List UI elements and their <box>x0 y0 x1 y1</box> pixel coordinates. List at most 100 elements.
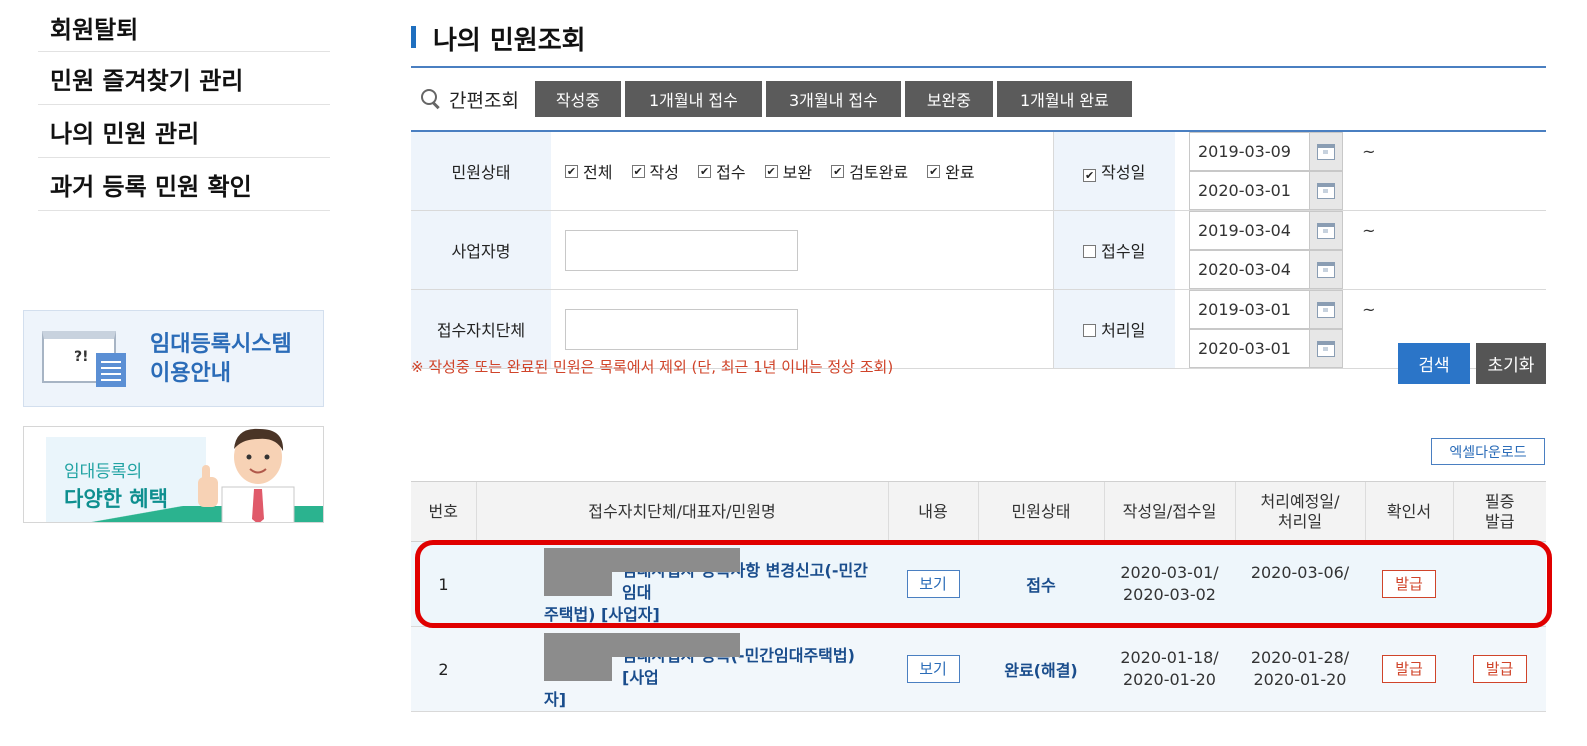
row-title[interactable]: 임대사업자 등록사항 변경신고(-민간임대 주택법) [사업자] <box>476 541 888 627</box>
document-icon: ?! <box>42 327 128 391</box>
date-received-from-input[interactable]: 2019-03-04 <box>1189 211 1309 250</box>
calendar-icon[interactable] <box>1309 290 1343 329</box>
view-button[interactable]: 보기 <box>906 570 960 598</box>
status-checkbox-all[interactable]: ✔ 전체 <box>565 159 612 183</box>
date-received-range: 2019-03-04 ~ 2020-03-04 <box>1175 210 1546 290</box>
status-checkbox-supplement[interactable]: ✔ 보완 <box>764 159 813 183</box>
redacted-block <box>544 572 612 596</box>
page-title: 나의 민원조회 <box>411 20 586 57</box>
calendar-icon[interactable] <box>1309 171 1343 210</box>
guide-banner-text: 임대등록시스템 이용안내 <box>150 330 292 388</box>
table-row[interactable]: 1 임대사업자 등록사항 변경신고(-민간임대 주택법) [사업자] 보기 접수… <box>411 541 1546 627</box>
business-name-input[interactable] <box>565 229 798 271</box>
sidebar-item-favorites[interactable]: 민원 즐겨찾기 관리 <box>38 52 330 105</box>
date-written-to-input[interactable]: 2020-03-01 <box>1189 171 1309 210</box>
header-written-received: 작성일/접수일 <box>1103 481 1235 542</box>
header-no: 번호 <box>411 481 476 542</box>
row-processed-date: 2020-01-20 <box>1253 670 1347 689</box>
checkbox-checked-icon: ✔ <box>1083 169 1097 182</box>
row-written-received: 2020-01-18/2020-01-20 <box>1104 626 1235 712</box>
status-option-label: 검토완료 <box>849 163 909 182</box>
header-name: 접수자치단체/대표자/민원명 <box>475 481 888 542</box>
row-received-date: 2020-01-20 <box>1123 670 1216 689</box>
status-checkbox-received[interactable]: ✔ 접수 <box>698 159 746 183</box>
sidebar-item-past-complaints[interactable]: 과거 등록 민원 확인 <box>38 158 330 211</box>
table-row[interactable]: 2 임대사업자 등록(-민간임대주택법) [사업 자] 보기 완료(해결) 20… <box>411 626 1546 712</box>
row-title[interactable]: 임대사업자 등록(-민간임대주택법) [사업 자] <box>476 626 888 712</box>
date-written-toggle[interactable]: ✔ 작성일 <box>1052 132 1175 211</box>
benefit-banner[interactable]: 임대등록의 다양한 혜택 <box>23 426 324 523</box>
checkbox-checked-icon: ✔ <box>764 164 778 178</box>
status-checkbox-writing[interactable]: ✔ 작성 <box>631 159 679 183</box>
quick-btn-writing[interactable]: 작성중 <box>534 81 621 117</box>
certificate-issue-button[interactable]: 발급 <box>1472 655 1527 683</box>
quick-btn-3month-received[interactable]: 3개월내 접수 <box>765 81 901 117</box>
quick-btn-supplementing[interactable]: 보완중 <box>904 81 993 117</box>
search-filter-table: 민원상태 ✔ 전체 ✔ 작성 ✔ 접수 ✔ 보완 ✔ 검토완료 ✔ 완료 ✔ 작성일 2019… <box>411 132 1546 369</box>
confirm-issue-button[interactable]: 발급 <box>1382 655 1436 683</box>
row-confirm: 발급 <box>1365 626 1453 712</box>
checkbox-checked-icon: ✔ <box>831 164 845 178</box>
quick-search-label-text: 간편조회 <box>449 89 519 112</box>
mascot-man-icon <box>198 428 295 522</box>
status-checkbox-reviewed[interactable]: ✔ 검토완료 <box>831 159 908 183</box>
quick-search-label: 간편조회 <box>421 86 519 113</box>
quick-btn-1month-complete[interactable]: 1개월내 완료 <box>996 81 1132 117</box>
status-option-label: 작성 <box>649 163 679 182</box>
row-confirm: 발급 <box>1365 541 1453 627</box>
quick-btn-1month-received[interactable]: 1개월내 접수 <box>624 81 762 117</box>
calendar-icon[interactable] <box>1309 329 1343 368</box>
status-filter-label: 민원상태 <box>411 132 551 211</box>
header-cert-line2: 발급 <box>1485 511 1515 531</box>
quick-search-bar: 간편조회 작성중 1개월내 접수 3개월내 접수 보완중 1개월내 완료 <box>411 66 1546 132</box>
calendar-icon[interactable] <box>1309 250 1343 289</box>
date-received-to-input[interactable]: 2020-03-04 <box>1189 250 1309 289</box>
status-option-label: 전체 <box>583 163 613 182</box>
checkbox-checked-icon: ✔ <box>927 164 941 178</box>
row-title-line2: 주택법) [사업자] <box>544 605 660 624</box>
header-confirm: 확인서 <box>1364 481 1453 542</box>
date-processed-from-input[interactable]: 2019-03-01 <box>1189 290 1309 329</box>
view-button[interactable]: 보기 <box>906 655 960 683</box>
sidebar-item-my-complaints[interactable]: 나의 민원 관리 <box>38 105 330 158</box>
header-content: 내용 <box>887 481 978 542</box>
date-processed-to-input[interactable]: 2020-03-01 <box>1189 329 1309 368</box>
row-planned-date: 2020-01-28/ <box>1250 648 1350 667</box>
row-certificate <box>1453 541 1546 627</box>
excel-download-button[interactable]: 엑셀다운로드 <box>1431 438 1545 465</box>
date-written-label: 작성일 <box>1101 163 1146 182</box>
checkbox-checked-icon: ✔ <box>631 164 645 178</box>
date-processed-label: 처리일 <box>1101 321 1146 340</box>
confirm-issue-button[interactable]: 발급 <box>1382 570 1436 598</box>
search-button[interactable]: 검색 <box>1398 343 1470 384</box>
agency-input[interactable] <box>565 308 798 350</box>
row-content: 보기 <box>888 626 978 712</box>
range-tilde: ~ <box>1362 142 1376 161</box>
checkbox-checked-icon: ✔ <box>698 164 712 178</box>
header-planned-processed: 처리예정일/처리일 <box>1234 481 1365 542</box>
status-filter-options: ✔ 전체 ✔ 작성 ✔ 접수 ✔ 보완 ✔ 검토완료 ✔ 완료 <box>551 132 1053 211</box>
sidebar-item-withdraw[interactable]: 회원탈퇴 <box>38 0 330 52</box>
calendar-icon[interactable] <box>1309 132 1343 171</box>
row-planned-date: 2020-03-06/ <box>1250 563 1350 582</box>
reset-button[interactable]: 초기화 <box>1476 343 1546 384</box>
search-icon <box>421 89 441 109</box>
status-option-label: 접수 <box>716 163 746 182</box>
status-option-label: 보완 <box>782 163 813 182</box>
result-table: 번호 접수자치단체/대표자/민원명 내용 민원상태 작성일/접수일 처리예정일/… <box>411 481 1546 712</box>
row-status: 접수 <box>978 541 1104 627</box>
row-title-line2: 자] <box>544 690 567 709</box>
row-planned-processed: 2020-03-06/ <box>1235 541 1365 627</box>
status-checkbox-complete[interactable]: ✔ 완료 <box>927 159 975 183</box>
date-written-from-input[interactable]: 2019-03-09 <box>1189 132 1309 171</box>
system-guide-banner[interactable]: ?! 임대등록시스템 이용안내 <box>23 310 324 407</box>
row-received-date: 2020-03-02 <box>1123 585 1216 604</box>
business-name-label: 사업자명 <box>411 210 551 290</box>
calendar-icon[interactable] <box>1309 211 1343 250</box>
date-processed-toggle[interactable]: 처리일 <box>1052 289 1175 369</box>
guide-banner-line2: 이용안내 <box>150 360 231 386</box>
date-received-toggle[interactable]: 접수일 <box>1052 210 1175 290</box>
row-planned-processed: 2020-01-28/2020-01-20 <box>1235 626 1365 712</box>
business-name-cell <box>551 210 1053 290</box>
row-content: 보기 <box>888 541 978 627</box>
